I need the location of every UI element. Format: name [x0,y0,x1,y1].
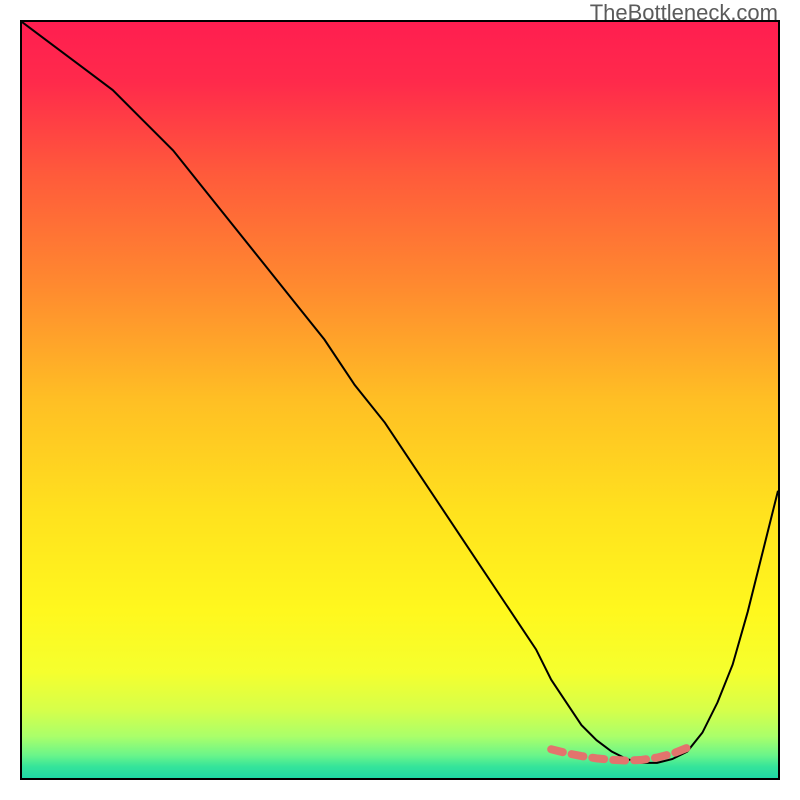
bottleneck-curve [22,22,778,763]
curve-layer [22,22,778,778]
bottleneck-chart: TheBottleneck.com [0,0,800,800]
plot-area [20,20,780,780]
optimal-range-marker [551,748,687,761]
